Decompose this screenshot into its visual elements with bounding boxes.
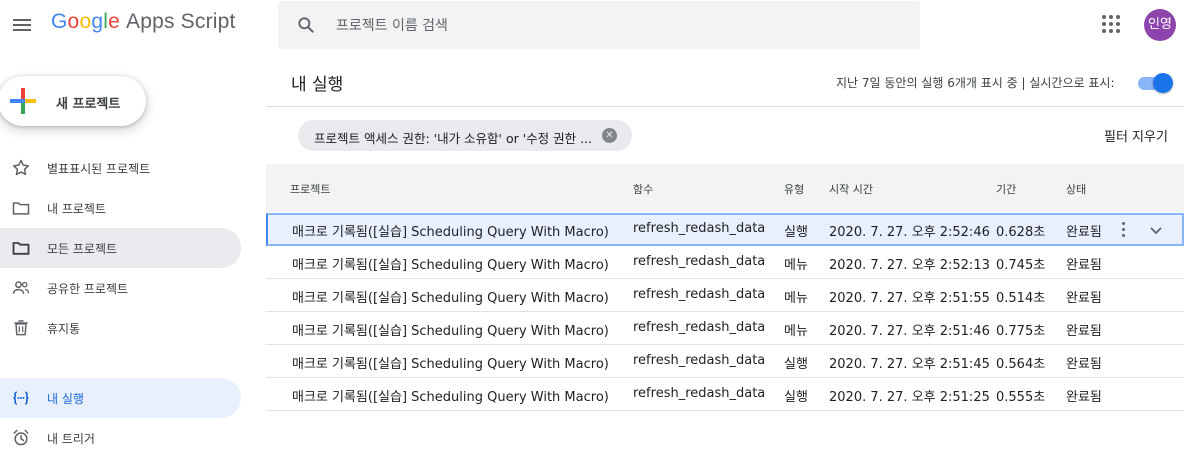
- cell-duration: 0.514초: [996, 291, 1046, 306]
- apps-grid-icon[interactable]: [1102, 15, 1120, 33]
- cell-project: 매크로 기록됨([실습] Scheduling Query With Macro…: [292, 225, 609, 240]
- sidebar-item-label: 내 실행: [47, 392, 84, 406]
- sidebar-item-label: 휴지통: [47, 322, 81, 336]
- cell-function: refresh_redash_data: [633, 221, 766, 236]
- plus-icon: [10, 88, 36, 114]
- search-input[interactable]: 프로젝트 이름 검색: [336, 15, 448, 35]
- sidebar-item-my-executions[interactable]: 내 실행: [0, 378, 241, 418]
- cell-start-time: 2020. 7. 27. 오후 2:51:25: [829, 390, 990, 405]
- cell-type: 실행: [784, 390, 808, 405]
- cell-project: 매크로 기록됨([실습] Scheduling Query With Macro…: [292, 390, 609, 405]
- cell-function: refresh_redash_data: [633, 254, 766, 269]
- alarm-icon: [13, 429, 29, 446]
- column-header-status[interactable]: 상태: [1066, 181, 1086, 197]
- cell-status: 완료됨: [1066, 225, 1102, 240]
- sidebar-item-label: 별표표시된 프로젝트: [47, 162, 151, 176]
- cell-project: 매크로 기록됨([실습] Scheduling Query With Macro…: [292, 291, 609, 306]
- cell-start-time: 2020. 7. 27. 오후 2:52:46: [829, 225, 990, 240]
- table-row[interactable]: 매크로 기록됨([실습] Scheduling Query With Macro…: [266, 279, 1184, 312]
- sidebar-item-label: 내 프로젝트: [47, 202, 107, 216]
- cell-status: 완료됨: [1066, 291, 1102, 306]
- new-project-button[interactable]: 새 프로젝트: [0, 76, 146, 126]
- cell-type: 메뉴: [784, 258, 808, 273]
- sidebar-item-label: 내 트리거: [47, 432, 95, 446]
- table-row[interactable]: 매크로 기록됨([실습] Scheduling Query With Macro…: [266, 378, 1184, 411]
- cell-status: 완료됨: [1066, 390, 1102, 405]
- trash-icon: [14, 320, 28, 336]
- cell-function: refresh_redash_data: [633, 353, 766, 368]
- cell-duration: 0.628초: [996, 225, 1046, 240]
- table-header: 프로젝트 함수 유형 시작 시간 기간 상태: [266, 164, 1184, 212]
- clear-filters-button[interactable]: 필터 지우기: [1104, 126, 1168, 145]
- cell-project: 매크로 기록됨([실습] Scheduling Query With Macro…: [292, 258, 609, 273]
- product-name: Apps Script: [125, 10, 236, 33]
- column-header-duration[interactable]: 기간: [996, 181, 1016, 197]
- filter-chip-label: 프로젝트 액세스 권한: '내가 소유함' or '수정 권한 ...: [314, 131, 593, 146]
- sidebar-item-my-projects[interactable]: 내 프로젝트: [0, 188, 241, 228]
- sidebar-item-trash[interactable]: 휴지통: [0, 308, 241, 348]
- sidebar-item-my-triggers[interactable]: 내 트리거: [0, 418, 241, 458]
- column-header-project[interactable]: 프로젝트: [290, 181, 330, 197]
- cell-type: 메뉴: [784, 291, 808, 306]
- logo-letter: o: [67, 10, 80, 33]
- cell-duration: 0.564초: [996, 357, 1046, 372]
- google-wordmark: Google: [51, 10, 120, 33]
- divider: [266, 106, 1184, 107]
- filter-chip[interactable]: 프로젝트 액세스 권한: '내가 소유함' or '수정 권한 ... ✕: [298, 120, 632, 151]
- cell-project: 매크로 기록됨([실습] Scheduling Query With Macro…: [292, 324, 609, 339]
- cell-start-time: 2020. 7. 27. 오후 2:52:13: [829, 258, 990, 273]
- sidebar-item-label: 모든 프로젝트: [47, 242, 118, 256]
- cell-type: 실행: [784, 225, 808, 240]
- sidebar-item-shared[interactable]: 공유한 프로젝트: [0, 268, 241, 308]
- folder-filled-icon: [12, 242, 30, 255]
- cell-type: 실행: [784, 357, 808, 372]
- sidebar-item-all-projects[interactable]: 모든 프로젝트: [0, 228, 241, 268]
- sidebar-item-label: 공유한 프로젝트: [47, 282, 129, 296]
- more-vert-icon[interactable]: [1122, 222, 1126, 238]
- realtime-toggle[interactable]: [1136, 72, 1174, 94]
- cell-project: 매크로 기록됨([실습] Scheduling Query With Macro…: [292, 357, 609, 372]
- top-app-bar: Google Apps Script 프로젝트 이름 검색 인영: [0, 0, 1184, 50]
- table-row[interactable]: 매크로 기록됨([실습] Scheduling Query With Macro…: [266, 213, 1184, 246]
- cell-function: refresh_redash_data: [633, 287, 766, 302]
- logo-letter: g: [91, 10, 104, 33]
- sidebar-item-starred[interactable]: 별표표시된 프로젝트: [0, 148, 241, 188]
- cell-type: 메뉴: [784, 324, 808, 339]
- folder-icon: [12, 202, 30, 215]
- column-header-function[interactable]: 함수: [633, 181, 653, 197]
- hamburger-menu-icon[interactable]: [10, 13, 34, 37]
- new-project-label: 새 프로젝트: [56, 97, 121, 112]
- page-title: 내 실행: [291, 75, 344, 95]
- cell-function: refresh_redash_data: [633, 320, 766, 335]
- cell-function: refresh_redash_data: [633, 386, 766, 401]
- table-row[interactable]: 매크로 기록됨([실습] Scheduling Query With Macro…: [266, 246, 1184, 279]
- executions-summary: 지난 7일 동안의 실행 6개개 표시 중 | 실시간으로 표시:: [836, 76, 1115, 90]
- cell-duration: 0.555초: [996, 390, 1046, 405]
- cell-status: 완료됨: [1066, 357, 1102, 372]
- avatar[interactable]: 인영: [1144, 9, 1176, 41]
- logo-letter: G: [51, 10, 68, 33]
- search-icon[interactable]: [296, 15, 316, 35]
- close-icon[interactable]: ✕: [602, 128, 617, 143]
- cell-duration: 0.745초: [996, 258, 1046, 273]
- cell-start-time: 2020. 7. 27. 오후 2:51:45: [829, 357, 990, 372]
- toggle-knob: [1153, 73, 1173, 93]
- logo-letter: e: [108, 10, 120, 33]
- chevron-down-icon[interactable]: [1148, 222, 1164, 238]
- column-header-type[interactable]: 유형: [784, 181, 804, 197]
- logo-letter: o: [79, 10, 92, 33]
- executions-icon: [13, 391, 29, 405]
- app-logo[interactable]: Google Apps Script: [51, 10, 236, 34]
- search-bar[interactable]: 프로젝트 이름 검색: [278, 1, 920, 49]
- star-icon: [12, 159, 30, 176]
- cell-status: 완료됨: [1066, 258, 1102, 273]
- table-row[interactable]: 매크로 기록됨([실습] Scheduling Query With Macro…: [266, 345, 1184, 378]
- cell-duration: 0.775초: [996, 324, 1046, 339]
- cell-start-time: 2020. 7. 27. 오후 2:51:46: [829, 324, 990, 339]
- column-header-start-time[interactable]: 시작 시간: [829, 181, 873, 197]
- table-row[interactable]: 매크로 기록됨([실습] Scheduling Query With Macro…: [266, 312, 1184, 345]
- people-icon: [12, 281, 30, 294]
- cell-start-time: 2020. 7. 27. 오후 2:51:55: [829, 291, 990, 306]
- cell-status: 완료됨: [1066, 324, 1102, 339]
